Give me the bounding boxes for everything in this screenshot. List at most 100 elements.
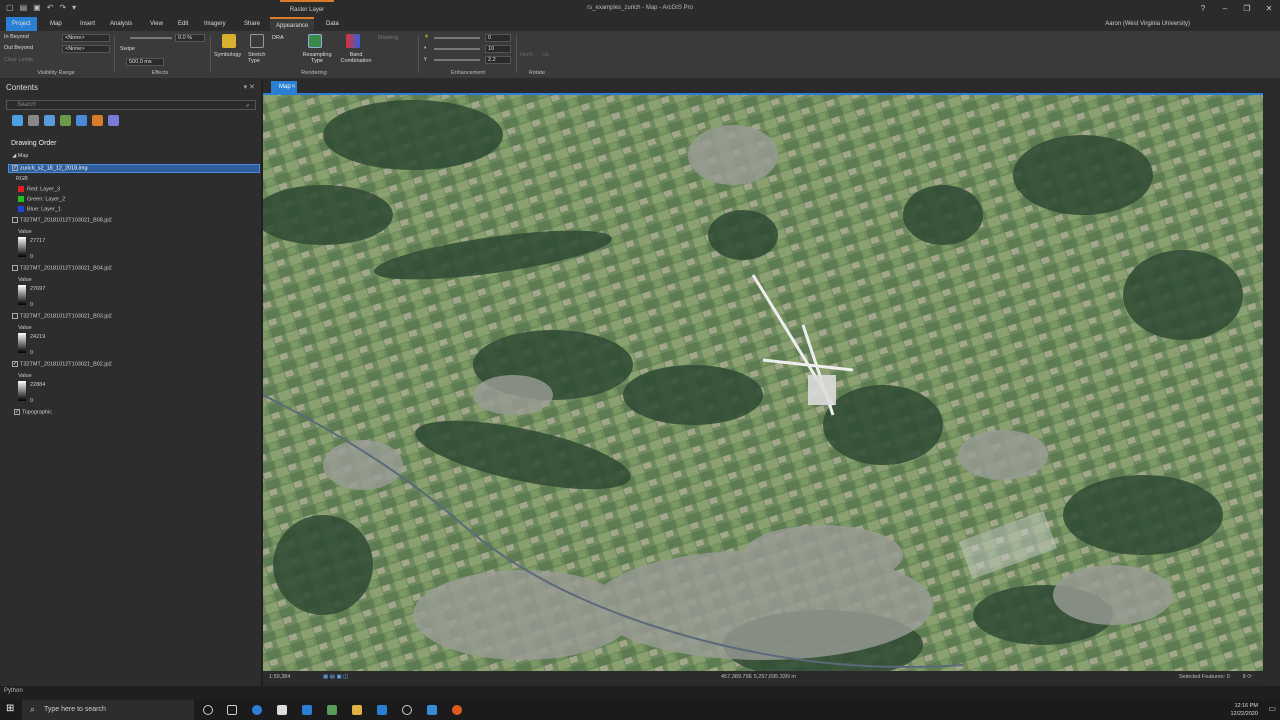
firefox-icon[interactable] [452, 705, 462, 715]
dra-toggle[interactable]: DRA [272, 35, 284, 41]
layer-b03[interactable]: T32TMT_20181012T103021_B03.jp2 [12, 313, 112, 319]
scale-input[interactable]: 1:59,384 [269, 671, 290, 684]
contrast-input[interactable]: 10 [485, 45, 511, 53]
value-ramp [18, 285, 26, 305]
band-red-label: Red: Layer_3 [27, 186, 61, 193]
edge-icon[interactable] [252, 705, 262, 715]
symbology-button[interactable]: Symbology [214, 52, 241, 58]
out-beyond-select[interactable]: <None> [62, 45, 110, 53]
clock[interactable]: 12:16 PM 12/22/2020 [1230, 702, 1258, 718]
transparency-slider[interactable] [130, 37, 172, 39]
labeling-icon[interactable] [92, 115, 103, 126]
resampling-type-button[interactable]: Resampling Type [300, 52, 334, 64]
rotate-up-button[interactable]: Up [542, 52, 549, 58]
taskbar-search[interactable]: Type here to search [22, 700, 194, 720]
layer-checkbox[interactable]: ✓ [12, 361, 18, 367]
close-button[interactable]: ✕ [1258, 0, 1280, 17]
user-account[interactable]: Aaron (West Virginia University) [1105, 17, 1190, 31]
pause-icon[interactable]: Ⅱ ⟳ [1243, 671, 1252, 684]
layer-b08[interactable]: T32TMT_20181012T103021_B08.jp2 [12, 217, 112, 223]
task-view-icon[interactable] [227, 705, 237, 715]
search-icon[interactable]: ⌕ [246, 102, 249, 110]
tab-edit[interactable]: Edit [172, 17, 194, 31]
collapsed-pane-strip[interactable] [1268, 79, 1280, 686]
swipe-label: Swipe [120, 46, 135, 52]
data-source-icon[interactable] [28, 115, 39, 126]
layer-b02[interactable]: ✓ T32TMT_20181012T103021_B02.jp2 [12, 361, 112, 367]
tab-analysis[interactable]: Analysis [104, 17, 138, 31]
clear-limits-button[interactable]: Clear Limits [4, 57, 33, 63]
python-tab[interactable]: Python [4, 688, 23, 694]
arcgis-pro-icon[interactable] [427, 705, 437, 715]
band-combination-button[interactable]: Band Combination [336, 52, 376, 64]
layer-checkbox[interactable] [12, 265, 18, 271]
contrast-slider[interactable] [434, 48, 480, 50]
gamma-input[interactable]: 2.2 [485, 56, 511, 64]
new-icon[interactable]: ▢ [6, 3, 14, 12]
stretch-type-button[interactable]: Stretch Type [248, 52, 268, 64]
close-icon[interactable]: ✕ [291, 81, 296, 93]
charts-icon[interactable] [108, 115, 119, 126]
transparency-input[interactable]: 0.0 % [175, 34, 205, 42]
save-icon[interactable]: ▣ [33, 3, 41, 12]
flicker-rate-input[interactable]: 500.0 ms [126, 58, 164, 66]
layer-b04[interactable]: T32TMT_20181012T103021_B04.jp2 [12, 265, 112, 271]
app-icon[interactable] [402, 705, 412, 715]
selection-icon[interactable] [44, 115, 55, 126]
in-beyond-select[interactable]: <None> [62, 34, 110, 42]
basemap-layer[interactable]: ✓ Topographic [14, 409, 52, 415]
band-green-label: Green: Layer_2 [27, 196, 66, 203]
tab-data[interactable]: Data [320, 17, 345, 31]
tab-share[interactable]: Share [238, 17, 266, 31]
notifications-icon[interactable]: ▭ [1268, 704, 1276, 713]
restore-button[interactable]: ❐ [1236, 0, 1258, 17]
tab-imagery[interactable]: Imagery [198, 17, 232, 31]
help-icon[interactable]: ? [1192, 0, 1214, 17]
stretch-icon[interactable] [250, 34, 264, 48]
resampling-icon[interactable] [308, 34, 322, 48]
out-beyond-option[interactable]: Out Beyond [4, 45, 33, 51]
selected-layer[interactable]: ✓ zurich_s2_18_12_2018.img [12, 165, 88, 171]
brightness-slider[interactable] [434, 37, 480, 39]
band-combination-icon[interactable] [346, 34, 360, 48]
start-icon[interactable]: ⊞ [6, 703, 14, 714]
contents-search-input[interactable]: Search ⌕ [6, 100, 256, 110]
drawing-order-icon[interactable] [12, 115, 23, 126]
map-canvas[interactable] [263, 93, 1263, 671]
layer-checkbox[interactable]: ✓ [14, 409, 20, 415]
minimize-button[interactable]: – [1214, 0, 1236, 17]
snapping-icon[interactable] [76, 115, 87, 126]
pane-options-icon[interactable]: ▾ ✕ [244, 83, 255, 91]
customize-icon[interactable]: ▾ [72, 3, 76, 12]
open-icon[interactable]: ▤ [20, 3, 28, 12]
map-tools-icon[interactable]: ▦ ▤ ▣ ◫ [323, 671, 348, 684]
swipe-button[interactable]: Swipe [120, 46, 135, 52]
undo-icon[interactable]: ↶ [47, 3, 54, 12]
layer-checkbox[interactable]: ✓ [12, 165, 18, 171]
map-node[interactable]: ◢ Map [12, 153, 28, 159]
redo-icon[interactable]: ↷ [59, 3, 66, 12]
tab-view[interactable]: View [144, 17, 169, 31]
mail-icon[interactable] [302, 705, 312, 715]
store-icon[interactable] [277, 705, 287, 715]
gamma-slider[interactable] [434, 59, 480, 61]
map-node-label: Map [17, 153, 29, 159]
brightness-input[interactable]: 0 [485, 34, 511, 42]
tab-project[interactable]: Project [6, 17, 37, 31]
red-swatch [18, 186, 24, 192]
symbology-icon[interactable] [222, 34, 236, 48]
tab-map[interactable]: Map [44, 17, 68, 31]
app-icon[interactable] [327, 705, 337, 715]
masking-button[interactable]: Masking [378, 35, 398, 41]
tab-appearance[interactable]: Appearance [270, 17, 315, 31]
in-beyond-option[interactable]: In Beyond [4, 34, 29, 40]
value-min: 0 [30, 302, 34, 308]
rotate-north-button[interactable]: North [520, 52, 533, 58]
tab-insert[interactable]: Insert [74, 17, 101, 31]
layer-checkbox[interactable] [12, 217, 18, 223]
todo-icon[interactable] [377, 705, 387, 715]
layer-checkbox[interactable] [12, 313, 18, 319]
cortana-icon[interactable] [203, 705, 213, 715]
editing-icon[interactable] [60, 115, 71, 126]
file-explorer-icon[interactable] [352, 705, 362, 715]
